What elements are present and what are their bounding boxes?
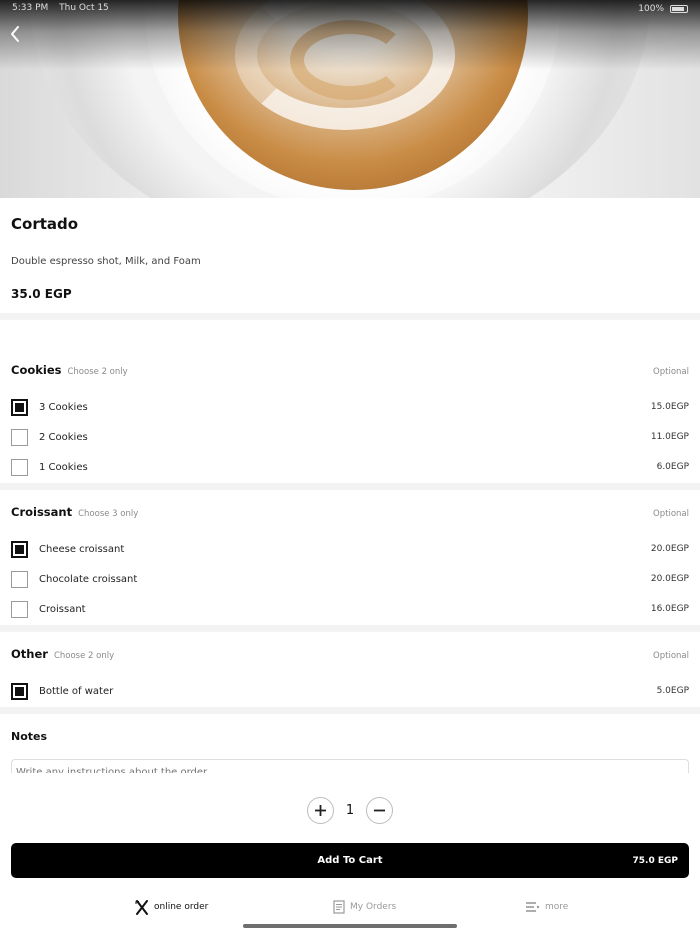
checkbox[interactable] [11, 458, 28, 476]
option-label: Chocolate croissant [39, 573, 138, 585]
status-date: Thu Oct 15 [59, 3, 109, 13]
home-indicator [243, 924, 457, 928]
option-croissant[interactable]: Croissant 16.0EGP [11, 600, 689, 618]
group-optional-label: Optional [653, 651, 689, 661]
group-title: Cookies [11, 363, 62, 377]
add-to-cart-button[interactable]: Add To Cart 75.0 EGP [11, 843, 689, 878]
option-price: 11.0EGP [650, 432, 689, 442]
option-3-cookies[interactable]: 3 Cookies 15.0EGP [11, 398, 689, 416]
tab-my-orders[interactable]: My Orders [333, 896, 396, 918]
option-label: Cheese croissant [39, 543, 125, 555]
option-price: 20.0EGP [650, 574, 689, 584]
product-description: Double espresso shot, Milk, and Foam [11, 256, 201, 267]
option-2-cookies[interactable]: 2 Cookies 11.0EGP [11, 428, 689, 446]
option-label: Bottle of water [39, 685, 114, 697]
notes-title: Notes [11, 730, 48, 743]
product-hero-image: 5:33 PM Thu Oct 15 100% [0, 0, 700, 198]
checkbox[interactable] [11, 428, 28, 446]
option-label: 1 Cookies [39, 461, 88, 473]
bottom-tab-bar: online order My Orders more [0, 896, 700, 920]
fork-knife-icon [135, 899, 148, 915]
divider [0, 483, 700, 490]
option-cheese-croissant[interactable]: Cheese croissant 20.0EGP [11, 540, 689, 558]
battery-icon [670, 5, 688, 13]
notes-field-wrapper [11, 759, 689, 773]
group-title: Croissant [11, 505, 73, 519]
divider [0, 313, 700, 320]
checkbox[interactable] [11, 600, 28, 618]
decrement-button[interactable] [366, 796, 393, 824]
group-optional-label: Optional [653, 367, 689, 377]
quantity-value: 1 [345, 802, 355, 818]
option-price: 20.0EGP [650, 544, 689, 554]
notes-input[interactable] [12, 764, 688, 773]
group-title: Other [11, 647, 48, 661]
checkbox-checked[interactable] [11, 398, 28, 416]
group-hint: Choose 2 only [67, 367, 128, 377]
product-title: Cortado [11, 215, 79, 233]
group-hint: Choose 2 only [53, 651, 115, 661]
orders-list-icon [333, 900, 345, 914]
tab-label: more [545, 902, 569, 912]
battery-percent: 100% [638, 4, 664, 14]
option-bottle-of-water[interactable]: Bottle of water 5.0EGP [11, 682, 689, 700]
option-label: Croissant [39, 603, 86, 615]
product-price: 35.0 EGP [11, 287, 72, 301]
option-label: 2 Cookies [39, 431, 88, 443]
divider [0, 707, 700, 714]
option-price: 15.0EGP [650, 402, 689, 412]
increment-button[interactable] [307, 796, 334, 824]
option-price: 5.0EGP [656, 686, 689, 696]
plus-icon [315, 804, 326, 816]
option-chocolate-croissant[interactable]: Chocolate croissant 20.0EGP [11, 570, 689, 588]
back-button[interactable] [6, 24, 26, 44]
tab-label: My Orders [350, 902, 397, 912]
group-hint: Choose 3 only [78, 509, 139, 519]
checkbox[interactable] [11, 570, 28, 588]
status-time: 5:33 PM [12, 3, 49, 13]
checkbox-checked[interactable] [11, 540, 28, 558]
minus-icon [374, 809, 385, 811]
status-bar: 5:33 PM Thu Oct 15 100% [12, 3, 688, 15]
option-label: 3 Cookies [39, 401, 88, 413]
tab-label: online order [154, 902, 209, 912]
group-optional-label: Optional [653, 509, 689, 519]
option-price: 6.0EGP [656, 462, 689, 472]
option-price: 16.0EGP [650, 604, 689, 614]
menu-lines-icon [526, 902, 540, 912]
chevron-left-icon [11, 26, 19, 42]
checkbox-checked[interactable] [11, 682, 28, 700]
option-group-cookies: Cookies Choose 2 only Optional [11, 363, 689, 379]
option-group-other: Other Choose 2 only Optional [11, 647, 689, 663]
divider [0, 625, 700, 632]
add-to-cart-label: Add To Cart [317, 855, 383, 866]
option-group-croissant: Croissant Choose 3 only Optional [11, 505, 689, 521]
tab-online-order[interactable]: online order [135, 896, 208, 918]
cart-total: 75.0 EGP [632, 855, 678, 866]
option-1-cookies[interactable]: 1 Cookies 6.0EGP [11, 458, 689, 476]
tab-more[interactable]: more [525, 896, 568, 918]
quantity-stepper: 1 [307, 796, 393, 824]
